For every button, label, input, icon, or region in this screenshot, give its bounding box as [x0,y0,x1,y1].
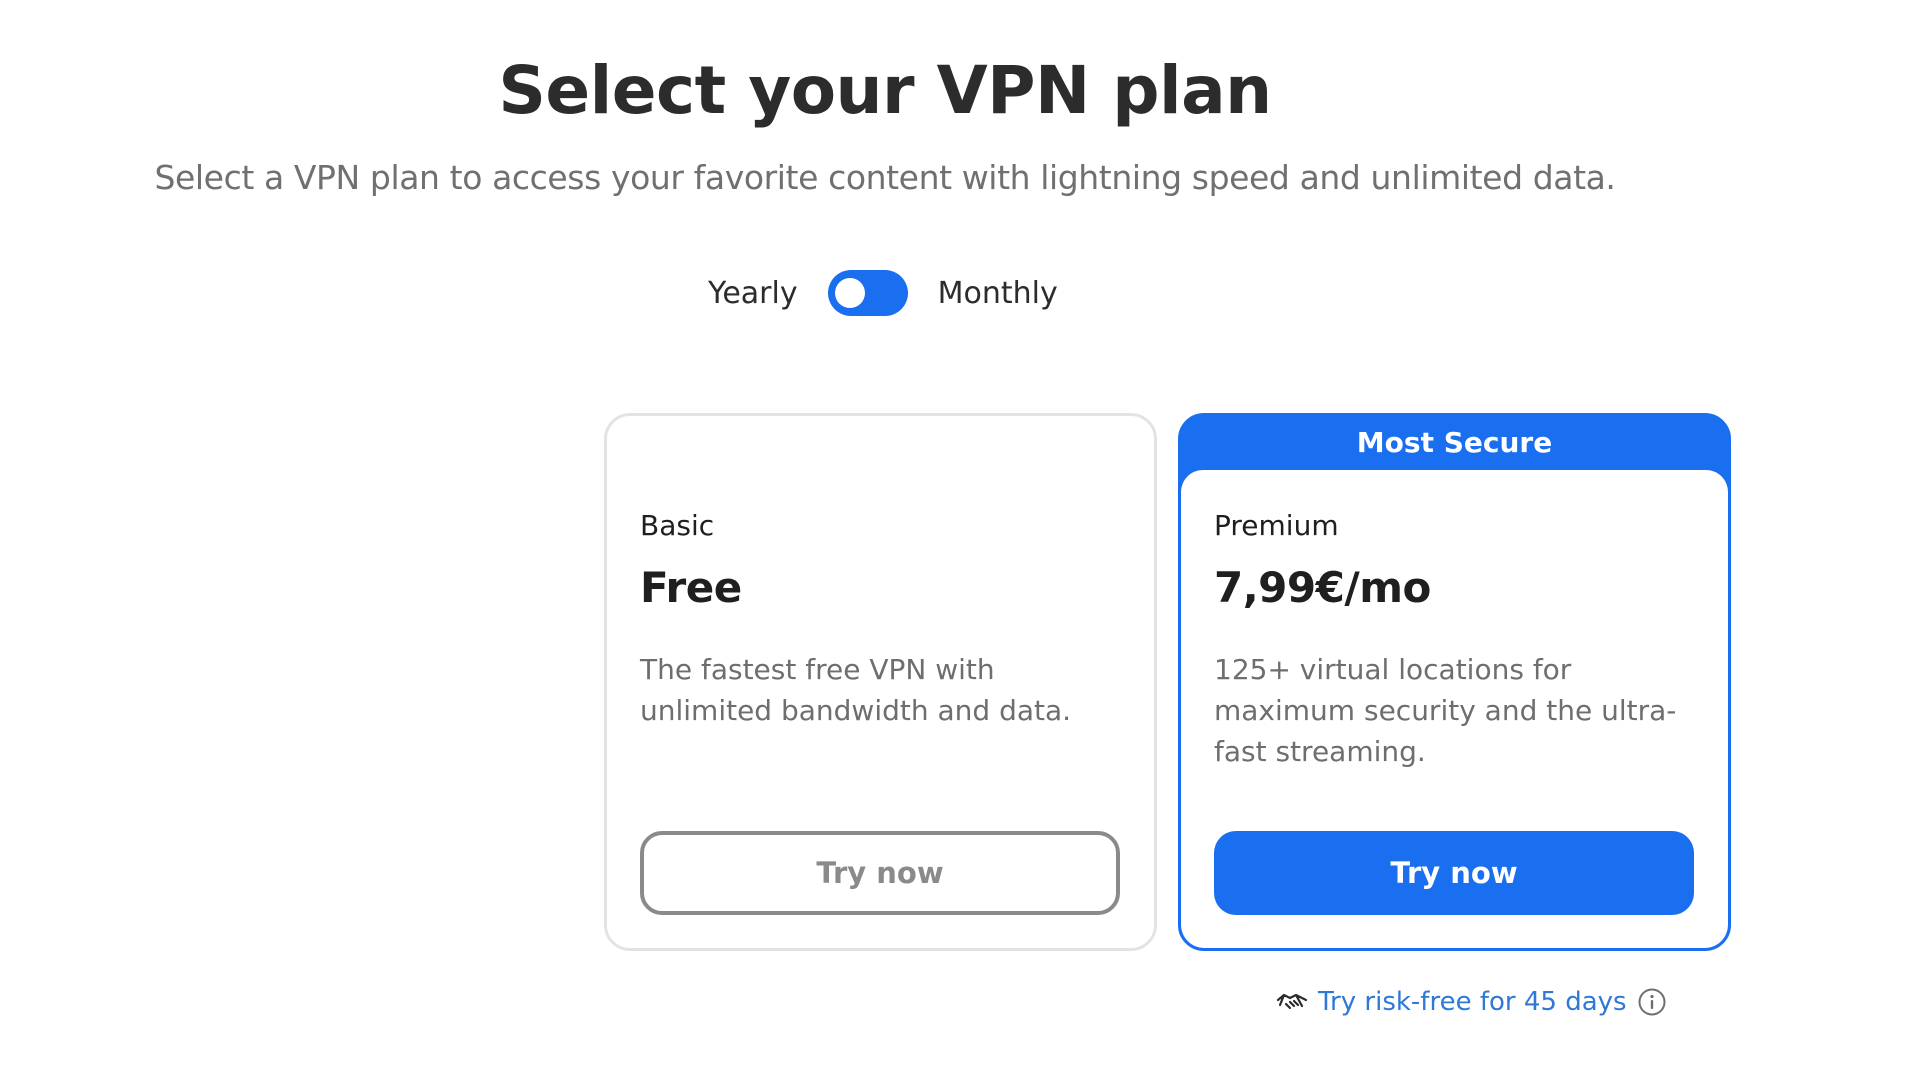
plan-card-basic: Basic Free The fastest free VPN with unl… [604,413,1157,951]
toggle-label-yearly[interactable]: Yearly [708,276,798,311]
info-icon[interactable] [1637,987,1667,1017]
toggle-knob [834,278,865,308]
plan-description: 125+ virtual locations for maximum secur… [1214,653,1677,768]
plan-price: Free [640,563,742,612]
billing-toggle-switch[interactable] [827,270,908,316]
billing-period-toggle: Yearly Monthly [708,268,1058,318]
plan-card-premium: Most Secure Premium 7,99€/mo 125+ virtua… [1178,413,1731,951]
plan-description: The fastest free VPN with unlimited band… [640,653,1072,727]
plan-name: Premium [1214,509,1339,542]
plan-name: Basic [640,509,715,542]
vpn-plan-page: Select your VPN plan Select a VPN plan t… [0,0,1920,1072]
plan-price: 7,99€/mo [1214,563,1431,612]
handshake-icon [1276,990,1308,1014]
guarantee-text: Try risk-free for 45 days [1318,987,1627,1017]
premium-card-body: Premium 7,99€/mo 125+ virtual locations … [1181,470,1728,948]
page-subtitle: Select a VPN plan to access your favorit… [154,158,1616,197]
risk-free-guarantee[interactable]: Try risk-free for 45 days [1276,982,1667,1022]
try-now-basic-button[interactable]: Try now [640,831,1120,915]
page-title: Select your VPN plan [498,52,1272,129]
most-secure-badge: Most Secure [1356,425,1553,459]
toggle-label-monthly[interactable]: Monthly [938,276,1058,311]
try-now-premium-button[interactable]: Try now [1214,831,1694,915]
